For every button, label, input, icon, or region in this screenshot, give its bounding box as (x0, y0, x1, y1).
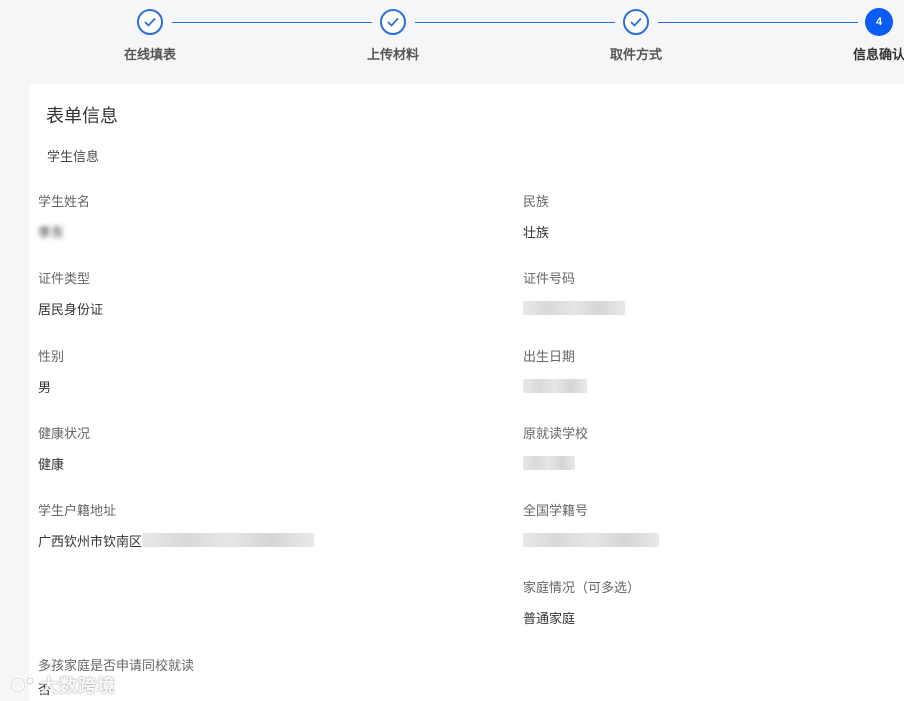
redacted-value (523, 301, 625, 315)
checkmark-icon (380, 9, 406, 35)
field-family-situation: 家庭情况（可多选） 普通家庭 (523, 577, 641, 626)
watermark-logo-icon (9, 676, 34, 694)
watermark-text: 大数跨境 (40, 676, 116, 696)
form-info-card: 表单信息 学生信息 学生姓名 李东 民族 壮族 证件类型 居民身份证 证件号码 … (29, 84, 904, 701)
field-label: 全国学籍号 (523, 503, 589, 518)
progress-stepper: 在线填表 上传材料 取件方式 4 信息确认 (0, 0, 904, 82)
field-value: 普通家庭 (523, 610, 576, 626)
step-info-confirm: 4 信息确认 (819, 8, 904, 63)
field-label: 原就读学校 (523, 426, 589, 441)
field-value: 李东 (38, 224, 65, 240)
field-label: 健康状况 (38, 426, 91, 441)
step-online-form: 在线填表 (90, 9, 210, 63)
step-label: 信息确认 (852, 47, 904, 62)
redacted-value (142, 533, 315, 547)
field-national-student-id: 全国学籍号 (523, 500, 659, 548)
step-number-badge: 4 (865, 8, 893, 36)
field-value: 居民身份证 (38, 301, 104, 317)
redacted-value (523, 533, 659, 547)
field-value: 健康 (38, 456, 65, 472)
field-label: 性别 (38, 349, 65, 364)
field-label: 证件类型 (38, 271, 91, 286)
redacted-value (523, 456, 575, 470)
field-label: 出生日期 (523, 349, 576, 364)
field-value: 壮族 (523, 224, 550, 240)
field-label: 民族 (523, 194, 550, 209)
field-id-number: 证件号码 (523, 268, 625, 316)
field-label: 家庭情况（可多选） (523, 580, 641, 595)
card-title: 表单信息 (46, 106, 118, 126)
field-household-address: 学生户籍地址 广西钦州市钦南区 (38, 500, 315, 549)
field-ethnicity: 民族 壮族 (523, 191, 550, 240)
field-label: 学生户籍地址 (38, 503, 117, 518)
watermark: 大数跨境 (8, 672, 116, 698)
step-pickup-method: 取件方式 (576, 9, 696, 63)
field-id-type: 证件类型 居民身份证 (38, 268, 104, 317)
field-health: 健康状况 健康 (38, 423, 91, 472)
step-label: 取件方式 (609, 47, 662, 62)
field-value: 广西钦州市钦南区 (38, 533, 143, 549)
field-birth-date: 出生日期 (523, 346, 587, 394)
field-value: 男 (38, 379, 52, 395)
redacted-value (523, 379, 587, 393)
field-student-name: 学生姓名 李东 (38, 191, 91, 240)
field-label: 证件号码 (523, 271, 576, 286)
field-label: 学生姓名 (38, 194, 91, 209)
step-label: 在线填表 (123, 47, 176, 62)
checkmark-icon (623, 9, 649, 35)
field-gender: 性别 男 (38, 346, 65, 395)
step-label: 上传材料 (366, 47, 419, 62)
section-title: 学生信息 (47, 149, 100, 164)
step-upload-materials: 上传材料 (333, 9, 453, 63)
field-previous-school: 原就读学校 (523, 423, 588, 471)
checkmark-icon (137, 9, 163, 35)
